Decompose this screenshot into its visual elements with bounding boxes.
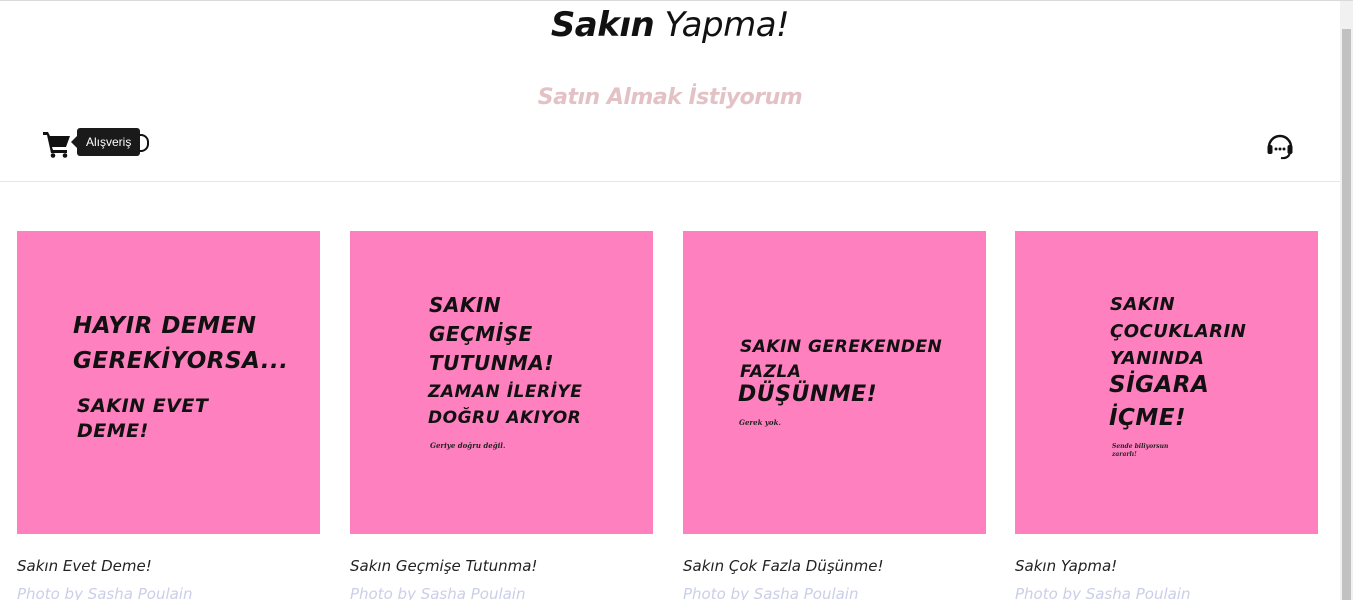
poster-small-text: Gerek yok. <box>739 418 781 427</box>
product-credit: Photo by Sasha Poulain <box>683 585 859 600</box>
poster-small-text: Geriye doğru değil. <box>430 441 506 450</box>
product-card: SAKIN GEÇMİŞE TUTUNMA! ZAMAN İLERİYE DOĞ… <box>350 231 653 600</box>
poster-secondary-text: ZAMAN İLERİYE DOĞRU AKIYOR <box>428 382 583 428</box>
poster-secondary-text: DÜŞÜNME! <box>738 382 878 407</box>
cart-button[interactable] <box>42 130 74 160</box>
scrollbar-thumb[interactable] <box>1342 29 1351 600</box>
site-title[interactable]: Sakın Yapma! <box>0 5 1340 45</box>
headset-icon <box>1267 134 1293 160</box>
product-credit: Photo by Sasha Poulain <box>17 585 193 600</box>
site-title-rest: Yapma! <box>664 5 790 45</box>
product-image[interactable]: SAKIN GEREKENDEN FAZLA DÜŞÜNME! Gerek yo… <box>683 231 986 534</box>
product-credit: Photo by Sasha Poulain <box>1015 585 1191 600</box>
shopping-cart-icon <box>43 132 70 158</box>
poster-secondary-text: SİGARA İÇME! <box>1109 372 1210 431</box>
vertical-scrollbar[interactable] <box>1340 1 1353 600</box>
page: Sakın Yapma! Satın Almak İstiyorum Alışv… <box>0 0 1353 600</box>
product-title[interactable]: Sakın Geçmişe Tutunma! <box>350 557 653 575</box>
product-image[interactable]: HAYIR DEMEN GEREKİYORSA... SAKIN EVET DE… <box>17 231 320 534</box>
product-card: HAYIR DEMEN GEREKİYORSA... SAKIN EVET DE… <box>17 231 320 600</box>
product-title[interactable]: Sakın Yapma! <box>1015 557 1318 575</box>
support-button[interactable] <box>1266 131 1294 161</box>
product-image[interactable]: SAKIN GEÇMİŞE TUTUNMA! ZAMAN İLERİYE DOĞ… <box>350 231 653 534</box>
poster-small-text: Sende biliyorsun zararlı! <box>1112 443 1169 458</box>
cart-tooltip: Alışveriş <box>70 128 141 156</box>
product-card: SAKIN ÇOCUKLARIN YANINDA SİGARA İÇME! Se… <box>1015 231 1318 600</box>
poster-main-text: SAKIN GEREKENDEN FAZLA <box>740 337 943 382</box>
product-image[interactable]: SAKIN ÇOCUKLARIN YANINDA SİGARA İÇME! Se… <box>1015 231 1318 534</box>
product-card: SAKIN GEREKENDEN FAZLA DÜŞÜNME! Gerek yo… <box>683 231 986 600</box>
poster-main-text: HAYIR DEMEN GEREKİYORSA... <box>73 313 289 374</box>
site-subtitle: Satın Almak İstiyorum <box>537 85 803 110</box>
poster-secondary-text: SAKIN EVET DEME! <box>77 395 209 442</box>
product-title[interactable]: Sakın Çok Fazla Düşünme! <box>683 557 986 575</box>
product-title[interactable]: Sakın Evet Deme! <box>17 557 320 575</box>
poster-main-text: SAKIN GEÇMİŞE TUTUNMA! <box>429 293 555 375</box>
site-title-bold: Sakın <box>550 5 655 45</box>
product-credit: Photo by Sasha Poulain <box>350 585 526 600</box>
header-divider <box>0 181 1340 182</box>
poster-main-text: SAKIN ÇOCUKLARIN YANINDA <box>1110 294 1247 369</box>
